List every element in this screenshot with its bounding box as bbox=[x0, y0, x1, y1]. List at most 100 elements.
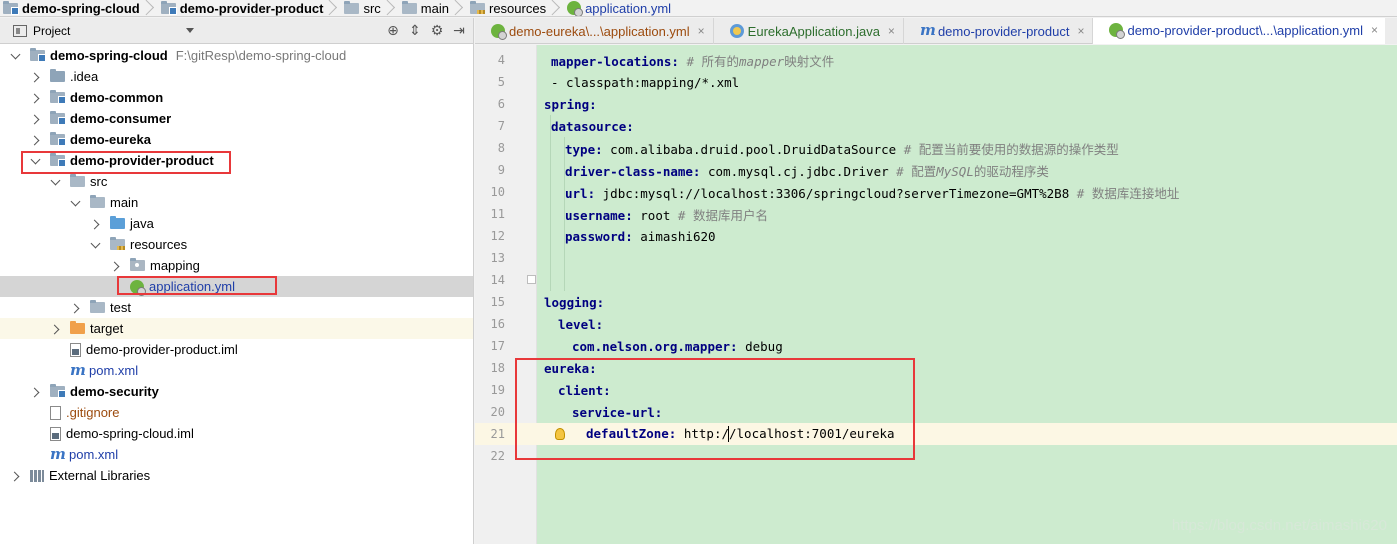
tree-node-java[interactable]: java bbox=[0, 213, 473, 234]
project-panel-title[interactable]: Project bbox=[33, 24, 70, 38]
line-number: 12 bbox=[490, 229, 505, 243]
folder-icon bbox=[70, 174, 85, 187]
tree-node-gitignore[interactable]: .gitignore bbox=[0, 402, 473, 423]
project-tool-window: Project ⊕ ⇕ ⚙ ⇥ demo-spring-cloud F:\git… bbox=[0, 18, 474, 544]
code-line: 14 bbox=[475, 269, 1397, 291]
library-icon bbox=[30, 469, 44, 482]
line-number: 9 bbox=[497, 163, 505, 177]
target-icon[interactable]: ⊕ bbox=[385, 22, 401, 38]
tree-node-external-libraries[interactable]: External Libraries bbox=[0, 465, 473, 486]
tree-node-resources[interactable]: resources bbox=[0, 234, 473, 255]
code-line: 6 spring: bbox=[475, 93, 1397, 115]
breadcrumb-separator-icon bbox=[144, 0, 154, 16]
chevron-right-icon[interactable] bbox=[30, 71, 42, 83]
line-number: 4 bbox=[497, 53, 505, 67]
chevron-right-icon[interactable] bbox=[50, 323, 62, 335]
breadcrumb-item-demo-provider-product[interactable]: demo-provider-product bbox=[158, 0, 342, 16]
tree-node-src[interactable]: src bbox=[0, 171, 473, 192]
breadcrumb-separator-icon bbox=[550, 0, 560, 16]
tab-eureka-application-yml[interactable]: demo-eureka\...\application.yml × bbox=[475, 18, 714, 44]
chevron-down-icon[interactable] bbox=[186, 28, 194, 33]
close-icon[interactable]: × bbox=[888, 24, 895, 38]
tree-node-demo-provider-product-iml[interactable]: demo-provider-product.iml bbox=[0, 339, 473, 360]
breadcrumb-separator-icon bbox=[385, 0, 395, 16]
source-folder-icon bbox=[110, 216, 125, 229]
line-number: 16 bbox=[490, 317, 505, 331]
code-line: 19 client: bbox=[475, 379, 1397, 401]
code-line: 17 com.nelson.org.mapper: debug bbox=[475, 335, 1397, 357]
chevron-right-icon[interactable] bbox=[30, 113, 42, 125]
folder-icon bbox=[50, 69, 65, 82]
tree-node-application-yml[interactable]: application.yml bbox=[0, 276, 473, 297]
tab-demo-provider-product-pom[interactable]: m demo-provider-product × bbox=[904, 18, 1094, 44]
line-number: 15 bbox=[490, 295, 505, 309]
tree-node-pom-xml-provider[interactable]: m pom.xml bbox=[0, 360, 473, 381]
tree-node-demo-consumer[interactable]: demo-consumer bbox=[0, 108, 473, 129]
module-folder-icon bbox=[160, 0, 177, 15]
tree-node-demo-security[interactable]: demo-security bbox=[0, 381, 473, 402]
line-number: 14 bbox=[490, 273, 505, 287]
tree-node-demo-common[interactable]: demo-common bbox=[0, 87, 473, 108]
tree-node-mapping[interactable]: mapping bbox=[0, 255, 473, 276]
code-line: 18 eureka: bbox=[475, 357, 1397, 379]
module-folder-icon bbox=[30, 48, 46, 62]
tree-node-test[interactable]: test bbox=[0, 297, 473, 318]
tree-node-demo-provider-product[interactable]: demo-provider-product bbox=[0, 150, 473, 171]
tree-node-demo-spring-cloud[interactable]: demo-spring-cloud F:\gitResp\demo-spring… bbox=[0, 45, 473, 66]
code-editor[interactable]: 4 mapper-locations: # 所有的mapper映射文件 5 - … bbox=[475, 45, 1397, 544]
tabs-overflow[interactable] bbox=[1385, 18, 1397, 44]
module-folder-icon bbox=[50, 153, 66, 167]
chevron-down-icon[interactable] bbox=[30, 155, 42, 167]
line-number: 11 bbox=[490, 207, 505, 221]
module-path: F:\gitResp\demo-spring-cloud bbox=[175, 48, 347, 63]
project-panel-toolbar: ⊕ ⇕ ⚙ ⇥ bbox=[385, 22, 467, 38]
lightbulb-icon[interactable] bbox=[555, 428, 565, 440]
close-icon[interactable]: × bbox=[698, 24, 705, 38]
code-line: 11 username: root # 数据库用户名 bbox=[475, 203, 1397, 225]
chevron-right-icon[interactable] bbox=[30, 386, 42, 398]
breadcrumb-item-application-yml[interactable]: application.yml bbox=[564, 0, 675, 16]
chevron-right-icon[interactable] bbox=[10, 470, 22, 482]
breadcrumb-item-main[interactable]: main bbox=[399, 0, 467, 16]
module-folder-icon bbox=[50, 90, 66, 104]
tree-node-main[interactable]: main bbox=[0, 192, 473, 213]
spring-yml-icon bbox=[491, 24, 507, 40]
tab-eureka-application-java[interactable]: EurekaApplication.java × bbox=[714, 18, 904, 44]
hide-icon[interactable]: ⇥ bbox=[451, 22, 467, 38]
tree-node-target[interactable]: target bbox=[0, 318, 473, 339]
code-line: 10 url: jdbc:mysql://localhost:3306/spri… bbox=[475, 181, 1397, 203]
chevron-right-icon[interactable] bbox=[30, 92, 42, 104]
navigation-breadcrumb: demo-spring-cloud demo-provider-product … bbox=[0, 0, 1397, 17]
fold-marker-icon[interactable] bbox=[527, 275, 536, 284]
line-number: 6 bbox=[497, 97, 505, 111]
collapse-icon[interactable]: ⇕ bbox=[407, 22, 423, 38]
chevron-right-icon[interactable] bbox=[90, 218, 102, 230]
chevron-down-icon[interactable] bbox=[10, 50, 22, 62]
tree-node-demo-spring-cloud-iml[interactable]: demo-spring-cloud.iml bbox=[0, 423, 473, 444]
breadcrumb-item-demo-spring-cloud[interactable]: demo-spring-cloud bbox=[0, 0, 158, 16]
folder-icon bbox=[401, 0, 417, 14]
maven-icon: m bbox=[70, 360, 86, 379]
java-class-icon bbox=[729, 24, 744, 38]
gear-icon[interactable]: ⚙ bbox=[429, 22, 445, 38]
breadcrumb-item-src[interactable]: src bbox=[341, 0, 398, 16]
chevron-down-icon[interactable] bbox=[90, 239, 102, 251]
spring-yml-icon bbox=[130, 279, 146, 296]
chevron-down-icon[interactable] bbox=[70, 197, 82, 209]
chevron-right-icon[interactable] bbox=[70, 302, 82, 314]
tab-provider-application-yml[interactable]: demo-provider-product\...\application.ym… bbox=[1093, 18, 1388, 44]
breadcrumb-item-resources[interactable]: resources bbox=[467, 0, 564, 16]
tree-node-idea[interactable]: .idea bbox=[0, 66, 473, 87]
chevron-right-icon[interactable] bbox=[30, 134, 42, 146]
tree-node-demo-eureka[interactable]: demo-eureka bbox=[0, 129, 473, 150]
code-line: 12 password: aimashi620 bbox=[475, 225, 1397, 247]
chevron-right-icon[interactable] bbox=[110, 260, 122, 272]
close-icon[interactable]: × bbox=[1371, 23, 1378, 37]
code-line: 9 driver-class-name: com.mysql.cj.jdbc.D… bbox=[475, 159, 1397, 181]
line-number: 17 bbox=[490, 339, 505, 353]
tree-node-pom-xml-root[interactable]: m pom.xml bbox=[0, 444, 473, 465]
chevron-down-icon[interactable] bbox=[50, 176, 62, 188]
code-line: 7 datasource: bbox=[475, 115, 1397, 137]
line-number: 13 bbox=[490, 251, 505, 265]
close-icon[interactable]: × bbox=[1077, 24, 1084, 38]
